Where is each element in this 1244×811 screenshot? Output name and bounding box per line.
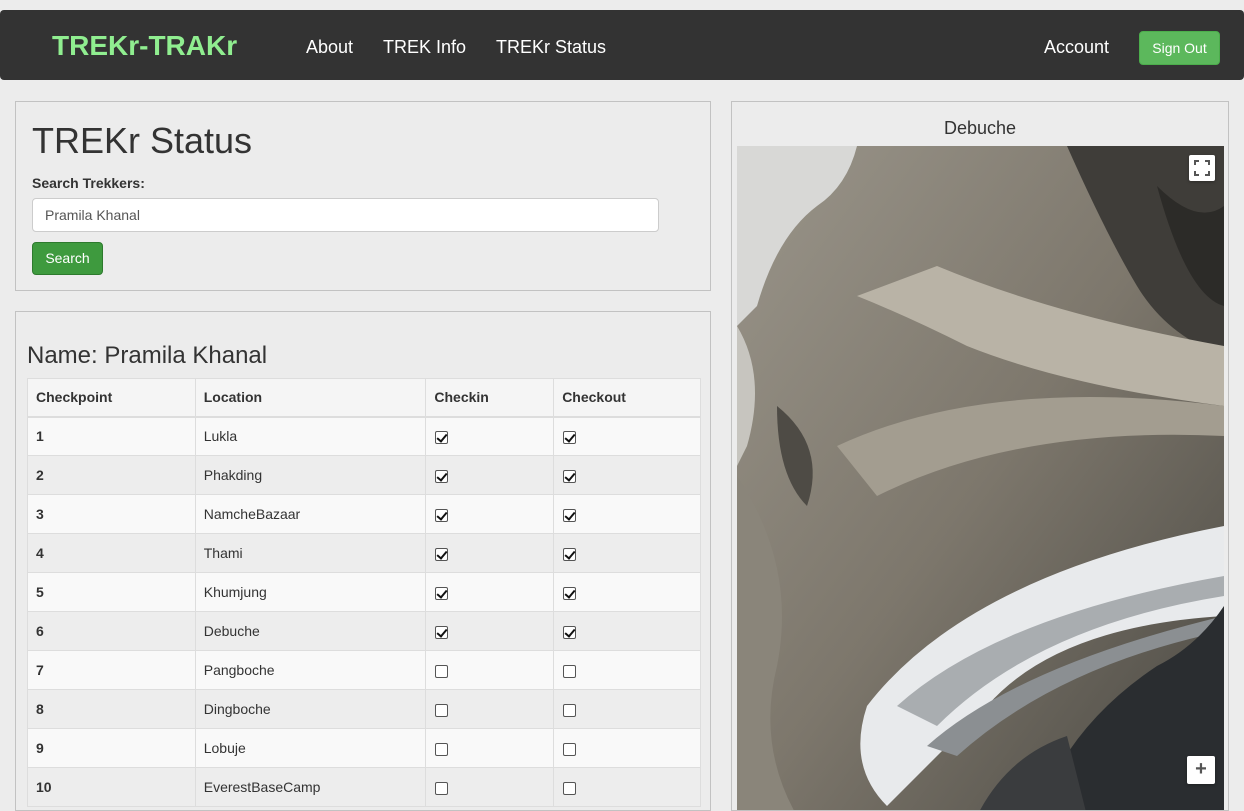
checkin-checkbox[interactable] xyxy=(435,431,449,445)
checkout-checkbox[interactable] xyxy=(563,664,577,678)
col-header-location: Location xyxy=(194,378,427,418)
trekker-name-heading: Name: Pramila Khanal xyxy=(27,342,268,369)
table-row: 2 Phakding xyxy=(27,455,701,495)
cell-location: Debuche xyxy=(194,611,427,651)
checkin-checkbox[interactable] xyxy=(435,703,449,717)
table-row: 6 Debuche xyxy=(27,611,701,651)
search-input[interactable] xyxy=(32,198,659,232)
cell-checkout xyxy=(553,650,701,690)
cell-checkpoint: 9 xyxy=(27,728,196,768)
table-row: 3 NamcheBazaar xyxy=(27,494,701,534)
checkout-checkbox[interactable] xyxy=(563,431,577,445)
cell-checkout xyxy=(553,416,701,456)
cell-location: Lobuje xyxy=(194,728,427,768)
checkin-checkbox[interactable] xyxy=(435,781,449,795)
checkin-checkbox[interactable] xyxy=(435,469,449,483)
col-header-checkin: Checkin xyxy=(425,378,555,418)
cell-checkin xyxy=(425,416,555,456)
nav-trekr-status[interactable]: TREKr Status xyxy=(496,36,606,58)
sign-out-button[interactable]: Sign Out xyxy=(1139,31,1220,65)
checkpoint-table: Checkpoint Location Checkin Checkout 1 Lu… xyxy=(27,378,701,807)
search-label: Search Trekkers: xyxy=(32,175,145,191)
checkout-checkbox[interactable] xyxy=(563,703,577,717)
cell-location: Thami xyxy=(194,533,427,573)
cell-checkpoint: 2 xyxy=(27,455,196,495)
navbar: TREKr-TRAKr About TREK Info TREKr Status… xyxy=(0,10,1244,80)
table-row: 5 Khumjung xyxy=(27,572,701,612)
table-row: 1 Lukla xyxy=(27,416,701,456)
checkout-checkbox[interactable] xyxy=(563,742,577,756)
cell-location: NamcheBazaar xyxy=(194,494,427,534)
page-title: TREKr Status xyxy=(32,120,253,161)
cell-checkout xyxy=(553,728,701,768)
search-panel: TREKr Status Search Trekkers: Search xyxy=(15,101,711,291)
search-button[interactable]: Search xyxy=(32,242,103,275)
cell-location: Dingboche xyxy=(194,689,427,729)
results-panel: Name: Pramila Khanal Checkpoint Location… xyxy=(15,311,711,811)
checkout-checkbox[interactable] xyxy=(563,547,577,561)
cell-checkin xyxy=(425,728,555,768)
cell-checkout xyxy=(553,767,701,807)
checkin-checkbox[interactable] xyxy=(435,664,449,678)
map-panel: Debuche + xyxy=(731,101,1229,811)
satellite-imagery xyxy=(737,146,1224,810)
checkout-checkbox[interactable] xyxy=(563,508,577,522)
cell-checkin xyxy=(425,572,555,612)
col-header-checkout: Checkout xyxy=(553,378,701,418)
cell-checkpoint: 6 xyxy=(27,611,196,651)
cell-checkpoint: 5 xyxy=(27,572,196,612)
checkin-checkbox[interactable] xyxy=(435,547,449,561)
checkin-checkbox[interactable] xyxy=(435,625,449,639)
cell-checkpoint: 1 xyxy=(27,416,196,456)
satellite-map[interactable]: + xyxy=(737,146,1224,810)
cell-checkout xyxy=(553,611,701,651)
checkout-checkbox[interactable] xyxy=(563,781,577,795)
cell-location: Pangboche xyxy=(194,650,427,690)
cell-checkout xyxy=(553,689,701,729)
map-title: Debuche xyxy=(943,118,1017,138)
cell-location: Khumjung xyxy=(194,572,427,612)
cell-location: EverestBaseCamp xyxy=(194,767,427,807)
cell-checkpoint: 3 xyxy=(27,494,196,534)
table-row: 8 Dingboche xyxy=(27,689,701,729)
cell-checkout xyxy=(553,494,701,534)
table-row: 10 EverestBaseCamp xyxy=(27,767,701,807)
checkout-checkbox[interactable] xyxy=(563,469,577,483)
cell-checkin xyxy=(425,611,555,651)
zoom-in-button[interactable]: + xyxy=(1187,756,1215,784)
checkout-checkbox[interactable] xyxy=(563,586,577,600)
cell-checkpoint: 4 xyxy=(27,533,196,573)
cell-checkin xyxy=(425,533,555,573)
cell-checkin xyxy=(425,455,555,495)
brand-logo[interactable]: TREKr-TRAKr xyxy=(52,30,237,62)
cell-checkout xyxy=(553,572,701,612)
cell-location: Lukla xyxy=(194,416,427,456)
cell-checkin xyxy=(425,689,555,729)
checkin-checkbox[interactable] xyxy=(435,508,449,522)
checkin-checkbox[interactable] xyxy=(435,586,449,600)
table-row: 4 Thami xyxy=(27,533,701,573)
cell-checkpoint: 8 xyxy=(27,689,196,729)
cell-checkpoint: 7 xyxy=(27,650,196,690)
cell-checkin xyxy=(425,767,555,807)
checkin-checkbox[interactable] xyxy=(435,742,449,756)
table-row: 7 Pangboche xyxy=(27,650,701,690)
col-header-checkpoint: Checkpoint xyxy=(27,378,196,418)
cell-location: Phakding xyxy=(194,455,427,495)
cell-checkout xyxy=(553,533,701,573)
cell-checkin xyxy=(425,650,555,690)
cell-checkpoint: 10 xyxy=(27,767,196,807)
cell-checkin xyxy=(425,494,555,534)
nav-about[interactable]: About xyxy=(306,36,353,58)
cell-checkout xyxy=(553,455,701,495)
table-header-row: Checkpoint Location Checkin Checkout xyxy=(27,378,701,418)
nav-trek-info[interactable]: TREK Info xyxy=(383,36,466,58)
table-row: 9 Lobuje xyxy=(27,728,701,768)
nav-account[interactable]: Account xyxy=(1044,36,1109,58)
fullscreen-icon[interactable] xyxy=(1189,155,1215,181)
checkout-checkbox[interactable] xyxy=(563,625,577,639)
